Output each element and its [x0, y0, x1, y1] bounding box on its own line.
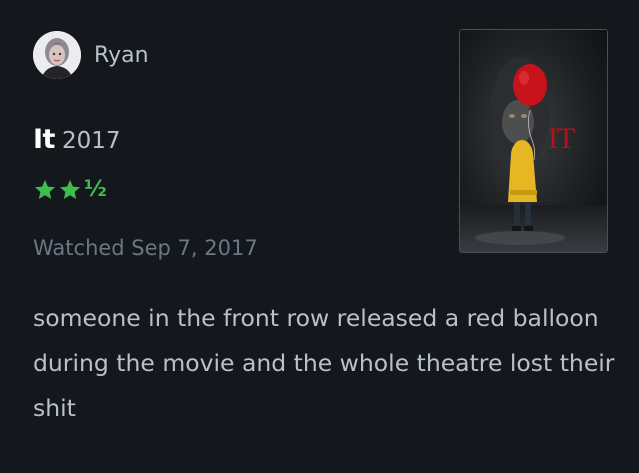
- review-card: Ryan It 2017 ½ Watched Sep 7, 2017 IT so…: [0, 0, 639, 473]
- reviewer-row[interactable]: Ryan: [33, 31, 149, 79]
- avatar[interactable]: [33, 31, 81, 79]
- film-heading: It 2017: [33, 124, 121, 155]
- film-title[interactable]: It: [33, 124, 55, 155]
- user-avatar-icon: [33, 31, 81, 79]
- film-poster[interactable]: IT: [459, 29, 608, 253]
- username[interactable]: Ryan: [94, 43, 149, 68]
- poster-logo: IT: [548, 122, 575, 155]
- star-icon: [35, 180, 55, 199]
- movie-poster-icon: IT: [460, 30, 607, 252]
- review-text: someone in the front row released a red …: [33, 304, 615, 422]
- film-year[interactable]: 2017: [62, 128, 121, 154]
- half-star-icon: ½: [84, 177, 107, 202]
- star-rating: ½: [33, 176, 107, 204]
- star-icon: [60, 180, 80, 199]
- watched-date: Watched Sep 7, 2017: [33, 236, 258, 260]
